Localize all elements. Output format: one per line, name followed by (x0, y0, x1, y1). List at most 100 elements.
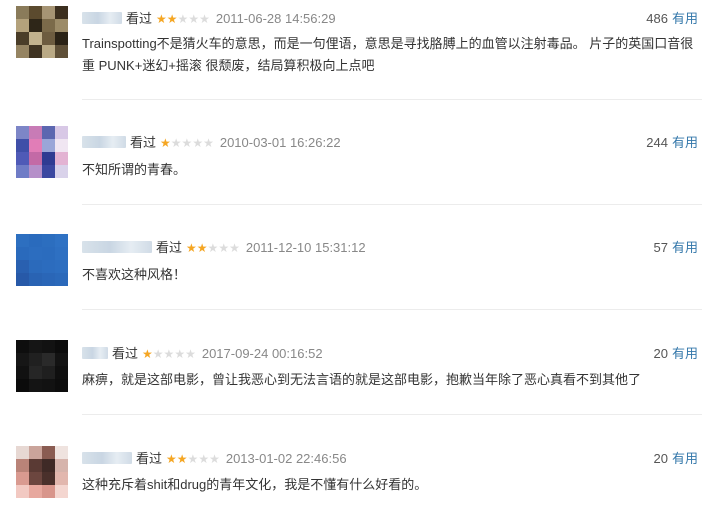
useful-button[interactable]: 有用 (672, 451, 698, 466)
avatar-pixel (29, 260, 42, 273)
avatar-pixel (42, 273, 55, 286)
star-empty-icon: ★ (187, 452, 199, 466)
review-time: 2017-09-24 00:16:52 (201, 346, 323, 361)
avatar-pixel (42, 446, 55, 459)
username-blurred[interactable] (82, 452, 132, 464)
avatar-pixel (42, 126, 55, 139)
avatar-pixel (29, 459, 42, 472)
avatar-pixel (16, 247, 29, 260)
star-filled-icon: ★ (142, 347, 153, 361)
useful-button[interactable]: 有用 (672, 240, 698, 255)
username-blurred[interactable] (82, 241, 152, 253)
star-empty-icon: ★ (199, 12, 210, 26)
avatar-pixel (42, 459, 55, 472)
avatar-pixel (16, 32, 29, 45)
avatar-pixel (42, 379, 55, 392)
avatar-pixel (29, 379, 42, 392)
avatar-pixel (16, 379, 29, 392)
star-empty-icon: ★ (209, 452, 220, 466)
avatar-pixel (42, 165, 55, 178)
avatar-pixel (55, 126, 68, 139)
star-filled-icon: ★ (156, 12, 167, 26)
avatar-pixel (42, 19, 55, 32)
avatar-pixel (29, 6, 42, 19)
avatar[interactable] (16, 6, 68, 58)
avatar-pixel (16, 19, 29, 32)
avatar-pixel (29, 19, 42, 32)
avatar-pixel (55, 472, 68, 485)
star-filled-icon: ★ (196, 241, 208, 255)
avatar[interactable] (16, 446, 68, 498)
useful-button[interactable]: 有用 (672, 346, 698, 361)
avatar-pixel (55, 45, 68, 58)
avatar-pixel (16, 273, 29, 286)
star-empty-icon: ★ (174, 347, 186, 361)
star-empty-icon: ★ (152, 347, 164, 361)
useful-button[interactable]: 有用 (672, 11, 698, 26)
avatar-pixel (55, 152, 68, 165)
divider (82, 309, 702, 310)
avatar-pixel (55, 234, 68, 247)
seen-label: 看过 (156, 240, 183, 255)
username-blurred[interactable] (82, 347, 108, 359)
avatar-pixel (42, 472, 55, 485)
review-time: 2010-03-01 16:26:22 (219, 135, 341, 150)
star-empty-icon: ★ (207, 241, 219, 255)
avatar-pixel (16, 126, 29, 139)
avatar-pixel (42, 32, 55, 45)
review-time: 2011-06-28 14:56:29 (215, 11, 336, 26)
avatar[interactable] (16, 126, 68, 178)
avatar-pixel (29, 234, 42, 247)
avatar[interactable] (16, 234, 68, 286)
star-empty-icon: ★ (163, 347, 175, 361)
avatar-pixel (29, 32, 42, 45)
avatar-pixel (42, 139, 55, 152)
avatar-pixel (42, 260, 55, 273)
avatar-pixel (29, 152, 42, 165)
avatar-pixel (55, 165, 68, 178)
review-content: 不知所谓的青春。 (82, 162, 187, 177)
review-time: 2013-01-02 22:46:56 (225, 451, 347, 466)
username-blurred[interactable] (82, 12, 122, 24)
avatar-pixel (42, 45, 55, 58)
seen-label: 看过 (136, 451, 163, 466)
avatar-mosaic (16, 446, 68, 498)
avatar-pixel (55, 32, 68, 45)
divider (82, 99, 702, 100)
avatar-pixel (29, 340, 42, 353)
avatar-pixel (55, 485, 68, 498)
avatar-pixel (16, 234, 29, 247)
avatar-pixel (29, 247, 42, 260)
avatar-pixel (29, 273, 42, 286)
avatar-pixel (29, 45, 42, 58)
star-filled-icon: ★ (160, 136, 171, 150)
vote-area: 244 有用 (646, 133, 698, 153)
review-meta: 看过 ★★★★★ 2017-09-24 00:16:52 (82, 344, 323, 364)
avatar-pixel (29, 446, 42, 459)
review-list: 看过 ★★★★★ 2011-06-28 14:56:29 486 有用 Trainsp… (0, 0, 720, 517)
vote-count: 486 (646, 11, 668, 26)
avatar-pixel (16, 340, 29, 353)
star-filled-icon: ★ (166, 452, 177, 466)
avatar-pixel (55, 19, 68, 32)
useful-button[interactable]: 有用 (672, 135, 698, 150)
username-blurred[interactable] (82, 136, 126, 148)
avatar-mosaic (16, 234, 68, 286)
review-content: 麻痹，就是这部电影，曾让我恶心到无法言语的就是这部电影，抱歉当年除了恶心真看不到… (82, 372, 642, 387)
review-content: 不喜欢这种风格！ (82, 267, 187, 282)
star-empty-icon: ★ (181, 136, 193, 150)
avatar-pixel (16, 485, 29, 498)
avatar-pixel (16, 446, 29, 459)
avatar-pixel (42, 152, 55, 165)
review-meta: 看过 ★★★★★ 2010-03-01 16:26:22 (82, 133, 341, 153)
avatar[interactable] (16, 340, 68, 392)
avatar-pixel (16, 165, 29, 178)
review-meta: 看过 ★★★★★ 2011-06-28 14:56:29 (82, 9, 336, 29)
review-time: 2011-12-10 15:31:12 (245, 240, 366, 255)
seen-label: 看过 (126, 11, 153, 26)
divider (82, 204, 702, 205)
rating-stars: ★★★★★ (156, 9, 210, 29)
star-empty-icon: ★ (218, 241, 230, 255)
avatar-pixel (55, 273, 68, 286)
avatar-mosaic (16, 6, 68, 58)
